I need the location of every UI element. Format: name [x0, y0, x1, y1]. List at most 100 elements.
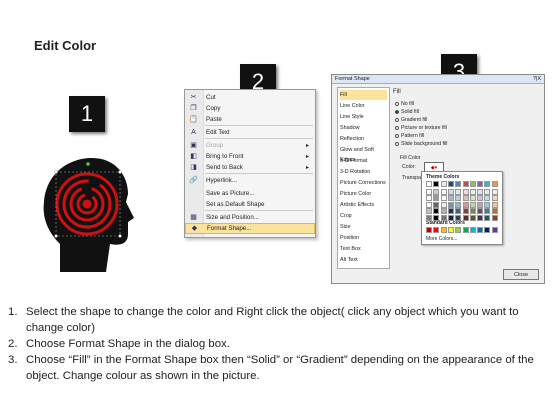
theme-color-swatch[interactable] — [455, 181, 462, 187]
menu-item-paste[interactable]: 📋 Paste — [185, 114, 315, 125]
theme-color-swatch[interactable] — [477, 181, 484, 187]
theme-color-swatch[interactable] — [491, 214, 498, 221]
theme-color-swatch[interactable] — [462, 181, 469, 187]
nav-item-reflection[interactable]: Reflection — [340, 134, 387, 144]
nav-item-crop[interactable]: Crop — [340, 211, 387, 221]
close-button[interactable]: Close — [503, 269, 539, 280]
theme-color-swatch[interactable] — [469, 195, 476, 202]
fill-option-no-fill[interactable]: No fill — [395, 101, 414, 107]
radio-button[interactable] — [395, 102, 399, 106]
theme-color-swatch[interactable] — [447, 208, 454, 215]
theme-color-swatch[interactable] — [455, 188, 462, 195]
standard-color-swatch[interactable] — [462, 227, 469, 233]
nav-item-position[interactable]: Position — [340, 233, 387, 243]
theme-color-swatch[interactable] — [455, 208, 462, 215]
radio-button[interactable] — [395, 134, 399, 138]
theme-color-swatch[interactable] — [433, 208, 440, 215]
standard-color-swatch[interactable] — [447, 227, 454, 233]
theme-color-swatch[interactable] — [426, 201, 432, 208]
theme-color-swatch[interactable] — [491, 201, 498, 208]
theme-color-swatch[interactable] — [426, 181, 432, 187]
theme-color-swatch[interactable] — [462, 208, 469, 215]
nav-item-line-color[interactable]: Line Color — [340, 101, 387, 111]
menu-item-bring-to-front[interactable]: ◧ Bring to Front ▸ — [185, 151, 315, 162]
standard-color-swatch[interactable] — [433, 227, 440, 233]
theme-color-swatch[interactable] — [426, 195, 432, 202]
theme-color-swatch[interactable] — [484, 195, 491, 202]
theme-color-swatch[interactable] — [477, 208, 484, 215]
theme-color-swatch[interactable] — [455, 214, 462, 221]
menu-item-save-as-picture[interactable]: Save as Picture... — [185, 188, 315, 199]
theme-color-swatch[interactable] — [469, 188, 476, 195]
menu-item-size-and-position[interactable]: ▦ Size and Position... — [185, 212, 315, 223]
theme-color-swatch[interactable] — [469, 201, 476, 208]
nav-item-line-style[interactable]: Line Style — [340, 112, 387, 122]
theme-color-swatch[interactable] — [440, 208, 447, 215]
nav-item-fill[interactable]: Fill — [340, 90, 387, 100]
theme-color-swatch[interactable] — [426, 208, 432, 215]
theme-color-swatch[interactable] — [440, 188, 447, 195]
theme-color-swatch[interactable] — [477, 195, 484, 202]
theme-color-swatch[interactable] — [455, 195, 462, 202]
menu-item-set-as-default-shape[interactable]: Set as Default Shape — [185, 199, 315, 210]
fill-option-pattern-fill[interactable]: Pattern fill — [395, 133, 424, 139]
fill-option-solid-fill[interactable]: Solid fill — [395, 109, 419, 115]
theme-color-swatch[interactable] — [440, 214, 447, 221]
radio-button[interactable] — [395, 126, 399, 130]
theme-color-swatch[interactable] — [440, 201, 447, 208]
theme-color-swatch[interactable] — [440, 181, 447, 187]
theme-color-swatch[interactable] — [447, 201, 454, 208]
menu-item-cut[interactable]: ✂ Cut — [185, 92, 315, 103]
radio-button[interactable] — [395, 118, 399, 122]
theme-color-swatch[interactable] — [447, 188, 454, 195]
theme-color-swatch[interactable] — [469, 208, 476, 215]
nav-item-3-d-rotation[interactable]: 3-D Rotation — [340, 167, 387, 177]
theme-color-swatch[interactable] — [426, 188, 432, 195]
standard-color-swatch[interactable] — [440, 227, 447, 233]
theme-color-swatch[interactable] — [491, 195, 498, 202]
theme-color-swatch[interactable] — [433, 181, 440, 187]
theme-color-swatch[interactable] — [433, 201, 440, 208]
theme-color-swatch[interactable] — [484, 214, 491, 221]
standard-color-swatch[interactable] — [491, 227, 498, 233]
menu-item-format-shape[interactable]: ◆ Format Shape... — [185, 223, 315, 234]
theme-color-swatch[interactable] — [433, 195, 440, 202]
fill-option-slide-background-fill[interactable]: Slide background fill — [395, 141, 447, 147]
theme-color-swatch[interactable] — [484, 208, 491, 215]
theme-color-swatch[interactable] — [462, 214, 469, 221]
standard-color-swatch[interactable] — [426, 227, 432, 233]
theme-color-swatch[interactable] — [462, 201, 469, 208]
nav-item-3-d-format[interactable]: 3-D Format — [340, 156, 387, 166]
nav-item-glow-and-soft-edges[interactable]: Glow and Soft Edges — [340, 145, 387, 163]
standard-color-swatch[interactable] — [455, 227, 462, 233]
theme-color-swatch[interactable] — [477, 214, 484, 221]
menu-item-copy[interactable]: ❐ Copy — [185, 103, 315, 114]
theme-color-swatch[interactable] — [477, 201, 484, 208]
theme-color-swatch[interactable] — [462, 188, 469, 195]
theme-color-swatch[interactable] — [491, 181, 498, 187]
theme-color-swatch[interactable] — [484, 188, 491, 195]
radio-button[interactable] — [395, 110, 399, 114]
theme-color-swatch[interactable] — [477, 188, 484, 195]
fill-option-gradient-fill[interactable]: Gradient fill — [395, 117, 427, 123]
head-maze-graphic[interactable] — [40, 152, 140, 282]
theme-color-swatch[interactable] — [433, 188, 440, 195]
radio-button[interactable] — [395, 142, 399, 146]
nav-item-text-box[interactable]: Text Box — [340, 244, 387, 254]
theme-color-swatch[interactable] — [426, 214, 432, 221]
nav-item-alt-text[interactable]: Alt Text — [340, 255, 387, 265]
menu-item-send-to-back[interactable]: ◨ Send to Back ▸ — [185, 162, 315, 173]
theme-color-swatch[interactable] — [440, 195, 447, 202]
nav-item-picture-corrections[interactable]: Picture Corrections — [340, 178, 387, 188]
nav-item-picture-color[interactable]: Picture Color — [340, 189, 387, 199]
theme-color-swatch[interactable] — [491, 188, 498, 195]
theme-color-swatch[interactable] — [455, 201, 462, 208]
standard-color-swatch[interactable] — [469, 227, 476, 233]
nav-item-artistic-effects[interactable]: Artistic Effects — [340, 200, 387, 210]
theme-color-swatch[interactable] — [447, 195, 454, 202]
standard-color-swatch[interactable] — [484, 227, 491, 233]
theme-color-swatch[interactable] — [462, 195, 469, 202]
standard-color-swatch[interactable] — [477, 227, 484, 233]
theme-color-swatch[interactable] — [484, 181, 491, 187]
theme-color-swatch[interactable] — [469, 214, 476, 221]
